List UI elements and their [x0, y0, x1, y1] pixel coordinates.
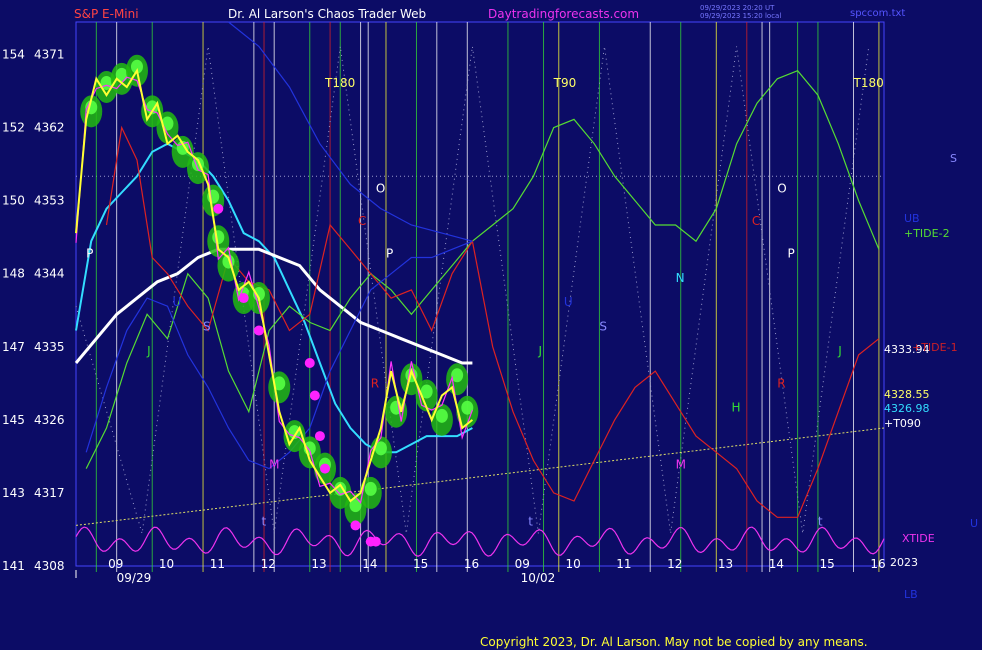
annotation-4: O	[376, 182, 385, 196]
glow-core-24	[435, 408, 448, 423]
y-tick-left-1: 152	[2, 121, 25, 135]
copyright: Copyright 2023, Dr. Al Larson. May not b…	[480, 635, 868, 649]
annotation-12: S	[203, 320, 211, 334]
right-label-tide1: +TIDE-1	[912, 341, 958, 354]
annotation-19: M	[269, 458, 279, 472]
y-tick-price-5: 4326	[34, 413, 65, 427]
site-url[interactable]: Daytradingforecasts.com	[488, 7, 639, 21]
annotation-21: R	[371, 376, 379, 390]
magenta-point-0	[213, 203, 224, 214]
plot-area	[75, 21, 885, 567]
right-label-s: S	[950, 152, 957, 165]
right-label-lb: LB	[904, 588, 918, 601]
annotation-9: C	[752, 214, 760, 228]
x-tick-hour-4: 13	[311, 557, 326, 571]
y-tick-price-4: 4335	[34, 340, 65, 354]
annotation-2: T180	[853, 76, 884, 90]
y-tick-price-6: 4317	[34, 486, 65, 500]
annotation-6: P	[386, 246, 393, 260]
annotation-14: J	[146, 344, 151, 358]
site-title: Dr. Al Larson's Chaos Trader Web	[228, 7, 426, 21]
annotation-0: T180	[324, 76, 355, 90]
y-tick-left-2: 150	[2, 194, 25, 208]
glow-core-9	[212, 230, 225, 245]
annotation-13: S	[599, 320, 607, 334]
magenta-point-7	[350, 520, 361, 531]
right-label-price-yellow: 4328.55	[884, 388, 930, 401]
magenta-point-4	[309, 390, 320, 401]
magenta-point-6	[320, 463, 331, 474]
x-tick-hour-14: 15	[820, 557, 835, 571]
data-filename: spccom.txt	[850, 8, 905, 19]
annotation-15: J	[537, 344, 542, 358]
x-tick-hour-12: 13	[718, 557, 733, 571]
y-tick-left-5: 145	[2, 413, 25, 427]
x-tick-hour-10: 11	[616, 557, 631, 571]
y-tick-left-0: 154	[2, 47, 25, 61]
y-tick-left-4: 147	[2, 340, 25, 354]
annotation-17: N	[676, 271, 685, 285]
magenta-point-5	[314, 431, 325, 442]
magenta-point-3	[304, 358, 315, 369]
y-tick-price-1: 4362	[34, 121, 65, 135]
magenta-point-2	[253, 325, 264, 336]
y-tick-price-7: 4308	[34, 559, 65, 573]
plot-frame	[75, 21, 885, 567]
x-tick-hour-3: 12	[261, 557, 276, 571]
x-tick-hour-6: 15	[413, 557, 428, 571]
annotation-24: t	[528, 514, 533, 528]
x-tick-hour-5: 14	[362, 557, 377, 571]
x-tick-hour-8: 09	[515, 557, 530, 571]
timestamp-local: 09/29/2023 15:20 local	[700, 12, 781, 20]
annotation-5: O	[777, 182, 786, 196]
y-tick-price-3: 4344	[34, 267, 65, 281]
annotation-10: U	[173, 295, 182, 309]
y-tick-price-2: 4353	[34, 194, 65, 208]
symbol-title: S&P E-Mini	[74, 7, 139, 21]
right-label-tide2: +TIDE-2	[904, 227, 950, 240]
x-tick-hour-13: 14	[769, 557, 784, 571]
annotation-25: t	[818, 514, 823, 528]
annotation-18: H	[732, 401, 741, 415]
y-tick-price-0: 4371	[34, 47, 65, 61]
right-label-t090: +T090	[884, 417, 921, 430]
right-label-price-cyan: 4326.98	[884, 402, 930, 415]
annotation-23: t	[261, 514, 266, 528]
right-label-xtide: XTIDE	[902, 532, 935, 545]
y-tick-left-6: 143	[2, 486, 25, 500]
x-tick-hour-15: 16	[870, 557, 885, 571]
y-tick-left-7: 141	[2, 559, 25, 573]
x-tick-hour-7: 16	[464, 557, 479, 571]
magenta-point-1	[238, 293, 249, 304]
x-tick-hour-9: 10	[565, 557, 580, 571]
glow-core-19	[364, 481, 377, 496]
y-tick-left-3: 148	[2, 267, 25, 281]
annotation-11: U	[564, 295, 573, 309]
x-tick-date-1: 10/02	[521, 571, 556, 585]
annotation-7: P	[787, 246, 794, 260]
annotation-20: M	[676, 458, 686, 472]
annotation-3: P	[86, 246, 93, 260]
price-chart: T180 T90 T180 P O O P P C C U U S S J J J N H M M R Rt t t 154 43…	[0, 0, 982, 650]
timestamp-ut: 09/29/2023 20:20 UT	[700, 4, 775, 12]
x-tick-hour-2: 11	[210, 557, 225, 571]
magenta-point-9	[370, 536, 381, 547]
annotation-1: T90	[553, 76, 577, 90]
annotation-16: J	[837, 344, 842, 358]
right-label-ub: UB	[904, 212, 920, 225]
x-tick-hour-11: 12	[667, 557, 682, 571]
x-tick-hour-0: 09	[108, 557, 123, 571]
x-tick-hour-1: 10	[159, 557, 174, 571]
annotation-22: R	[777, 376, 785, 390]
right-label-year: 2023	[890, 556, 918, 569]
x-tick-date-0: 09/29	[117, 571, 152, 585]
annotation-8: C	[358, 214, 366, 228]
right-label-u: U	[970, 517, 978, 530]
